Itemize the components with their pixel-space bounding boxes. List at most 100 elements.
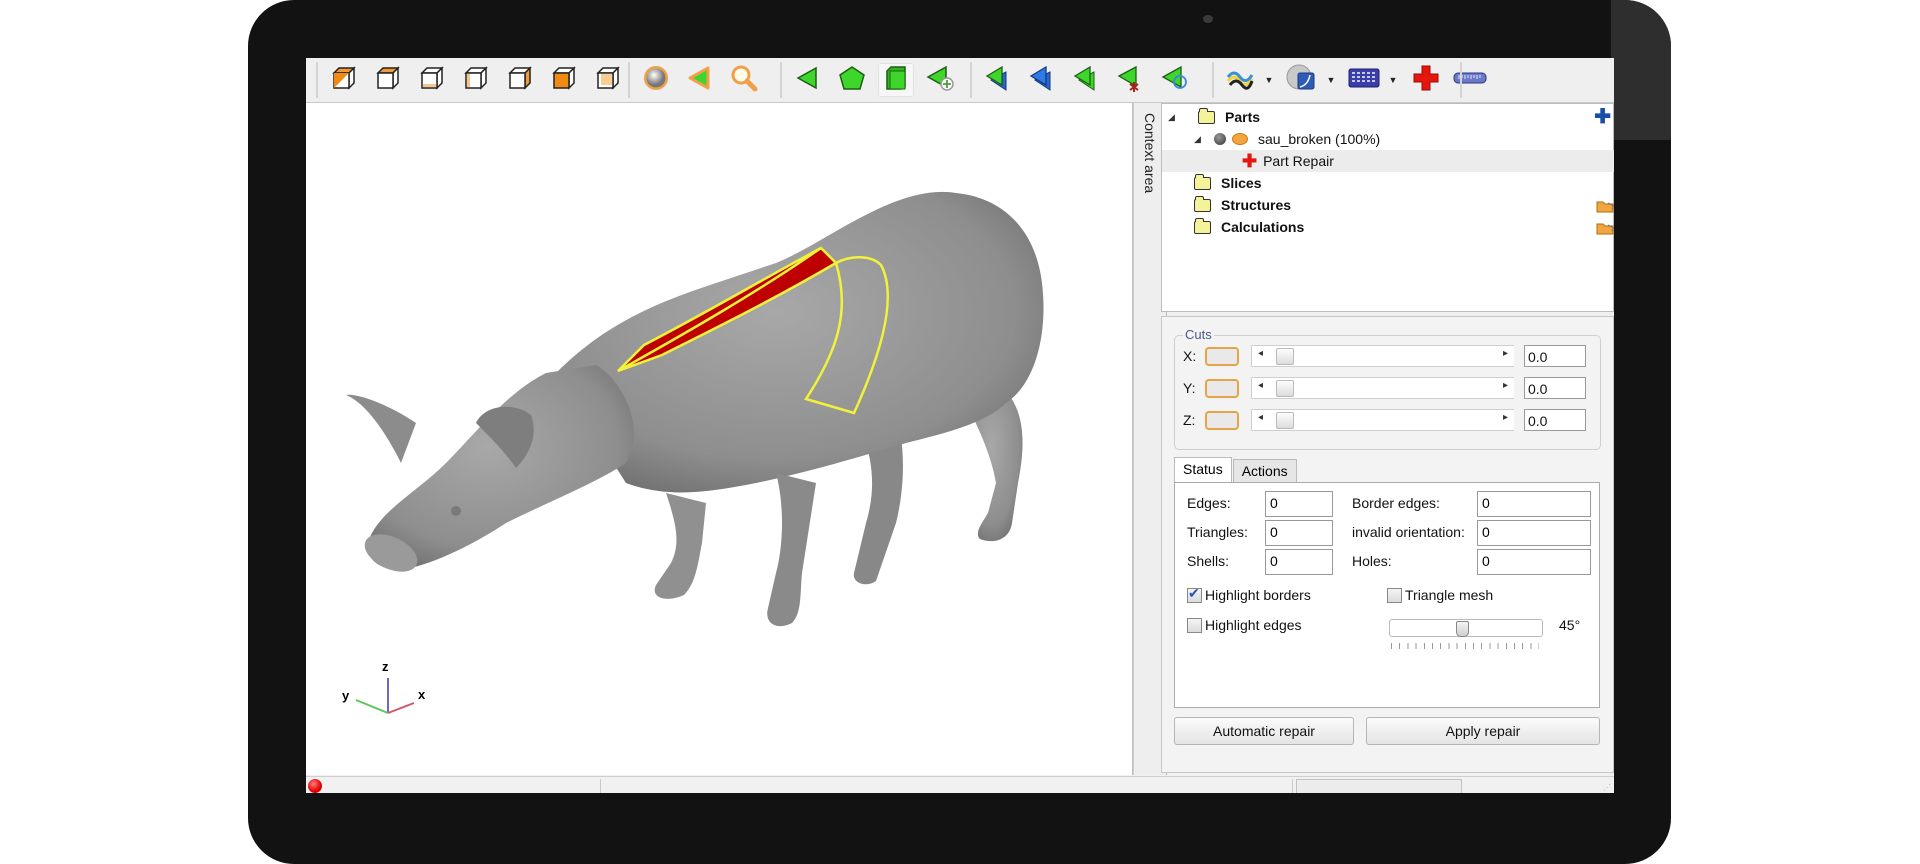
resize-grip-icon[interactable]: ⋰ (1603, 783, 1611, 792)
cut-z-slider[interactable]: ◂ ▸ (1251, 409, 1514, 431)
angle-slider-thumb[interactable] (1456, 621, 1469, 637)
view-back-button[interactable] (590, 63, 626, 97)
select-triangle-button[interactable] (682, 63, 718, 97)
triangles-field[interactable]: 0 (1265, 520, 1333, 546)
select-surface-button[interactable] (834, 63, 870, 97)
holes-field[interactable]: 0 (1477, 549, 1591, 575)
repair-panel: Cuts X: ◂ ▸ 0.0 Y: ◂ ▸ 0.0 Z: ◂ ▸ 0.0 Statu… (1161, 316, 1614, 773)
curves-dropdown-caret[interactable]: ▼ (1262, 75, 1276, 85)
highlight-borders-checkbox[interactable]: Highlight borders (1187, 585, 1311, 603)
slider-thumb[interactable] (1276, 380, 1294, 397)
tree-item-sau-broken[interactable]: ◢ sau_broken (100%) ✕ (1162, 128, 1614, 150)
border-edges-label: Border edges: (1352, 495, 1440, 511)
cut-z-value[interactable]: 0.0 (1524, 409, 1586, 431)
arrow-left-icon[interactable]: ◂ (1258, 348, 1263, 359)
tab-status[interactable]: Status (1174, 457, 1232, 482)
view-iso-button[interactable] (326, 63, 362, 97)
tree-item-label: Calculations (1221, 219, 1305, 235)
select-triangle-icon (686, 64, 714, 97)
tree-item-label: Slices (1221, 175, 1262, 191)
visibility-eye-icon[interactable] (1232, 133, 1248, 145)
select-shell-icon (883, 65, 909, 96)
triangle-stack-blue-icon (984, 64, 1012, 97)
arrow-right-icon[interactable]: ▸ (1503, 348, 1508, 359)
cut-x-slider[interactable]: ◂ ▸ (1251, 345, 1514, 367)
tree-item-slices[interactable]: Slices (1162, 172, 1614, 194)
triangle-delete-button[interactable] (1112, 63, 1148, 97)
checkbox-checked-icon[interactable] (1187, 585, 1202, 603)
border-edges-field[interactable]: 0 (1477, 491, 1591, 517)
cut-y-slider[interactable]: ◂ ▸ (1251, 377, 1514, 399)
application-window: ▼ ▼ ▼ z y x Context area ◢ Parts ✚ ◢ sau… (306, 58, 1614, 793)
slider-thumb[interactable] (1276, 348, 1294, 365)
cut-z-toggle[interactable] (1205, 410, 1239, 430)
select-triangle-green-button[interactable] (790, 63, 826, 97)
folder-icon (1194, 217, 1211, 234)
view-left-button[interactable] (458, 63, 494, 97)
highlight-edges-checkbox[interactable]: Highlight edges (1187, 617, 1302, 633)
arrow-left-icon[interactable]: ◂ (1258, 380, 1263, 391)
view-bottom-button[interactable] (414, 63, 450, 97)
add-icon[interactable]: ✚ (1594, 107, 1611, 127)
collapse-icon[interactable]: ◢ (1194, 134, 1206, 145)
view-right-button[interactable] (502, 63, 538, 97)
measure-button[interactable] (1452, 63, 1488, 97)
select-add-triangle-button[interactable] (922, 63, 958, 97)
camera-icon (1203, 15, 1213, 23)
open-folder-icon[interactable] (1596, 199, 1614, 212)
cuts-group: Cuts X: ◂ ▸ 0.0 Y: ◂ ▸ 0.0 Z: ◂ ▸ 0.0 (1174, 327, 1601, 450)
keyboard-grid-button[interactable] (1346, 63, 1382, 97)
apply-repair-button[interactable]: Apply repair (1366, 717, 1600, 745)
arrow-left-icon[interactable]: ◂ (1258, 412, 1263, 423)
project-tree: ◢ Parts ✚ ◢ sau_broken (100%) ✕ ✚ Part R… (1161, 103, 1614, 312)
bezel-reflection (1611, 0, 1671, 140)
repair-cross-icon (1412, 64, 1440, 97)
view-top-button[interactable] (370, 63, 406, 97)
part-color-icon[interactable] (1214, 133, 1226, 145)
surface-view-dropdown-caret[interactable]: ▼ (1324, 75, 1338, 85)
open-folder-icon[interactable] (1596, 221, 1614, 234)
status-bar: ⋰ (306, 776, 1614, 793)
tree-item-label: Parts (1225, 109, 1261, 125)
shading-button[interactable] (638, 63, 674, 97)
triangle-circle-button[interactable] (1156, 63, 1192, 97)
arrow-right-icon[interactable]: ▸ (1503, 412, 1508, 423)
tree-item-parts[interactable]: ◢ Parts ✚ (1162, 106, 1614, 128)
surface-view-button[interactable] (1284, 63, 1320, 97)
checkbox-icon[interactable] (1387, 587, 1402, 603)
ruler-icon (1453, 70, 1487, 91)
triangle-mesh-checkbox[interactable]: Triangle mesh (1387, 587, 1493, 603)
tree-item-calculations[interactable]: Calculations ✚ (1162, 216, 1614, 238)
triangle-duplicate-button[interactable] (1068, 63, 1104, 97)
select-shell-button[interactable] (878, 63, 914, 97)
tree-item-part-repair[interactable]: ✚ Part Repair ✔✕ (1162, 150, 1614, 172)
triangle-blue-button[interactable] (1024, 63, 1060, 97)
pig-model (346, 191, 1044, 714)
tab-actions[interactable]: Actions (1232, 459, 1297, 482)
keyboard-grid-dropdown-caret[interactable]: ▼ (1386, 75, 1400, 85)
slider-thumb[interactable] (1276, 412, 1294, 429)
shells-field[interactable]: 0 (1265, 549, 1333, 575)
invalid-orientation-field[interactable]: 0 (1477, 520, 1591, 546)
tree-item-structures[interactable]: Structures ✚ (1162, 194, 1614, 216)
cut-y-toggle[interactable] (1205, 378, 1239, 398)
arrow-right-icon[interactable]: ▸ (1503, 380, 1508, 391)
angle-slider[interactable] (1389, 619, 1543, 637)
zoom-button[interactable] (726, 63, 762, 97)
curves-button[interactable] (1222, 63, 1258, 97)
view-front-button[interactable] (546, 63, 582, 97)
automatic-repair-button[interactable]: Automatic repair (1174, 717, 1354, 745)
cut-x-toggle[interactable] (1205, 346, 1239, 366)
repair-button[interactable] (1408, 63, 1444, 97)
triangle-stack-blue-button[interactable] (980, 63, 1016, 97)
cut-y-value[interactable]: 0.0 (1524, 377, 1586, 399)
edges-field[interactable]: 0 (1265, 491, 1333, 517)
cut-row-z: Z: ◂ ▸ 0.0 (1183, 406, 1593, 434)
misc-toolbar-group: ▼ ▼ ▼ (1212, 62, 1496, 98)
view-top-icon (375, 65, 401, 96)
3d-viewport[interactable]: z y x (306, 103, 1133, 775)
checkbox-icon[interactable] (1187, 617, 1202, 633)
collapse-icon[interactable]: ◢ (1168, 112, 1180, 123)
cut-x-value[interactable]: 0.0 (1524, 345, 1586, 367)
toolbar-separator (1460, 62, 1462, 98)
